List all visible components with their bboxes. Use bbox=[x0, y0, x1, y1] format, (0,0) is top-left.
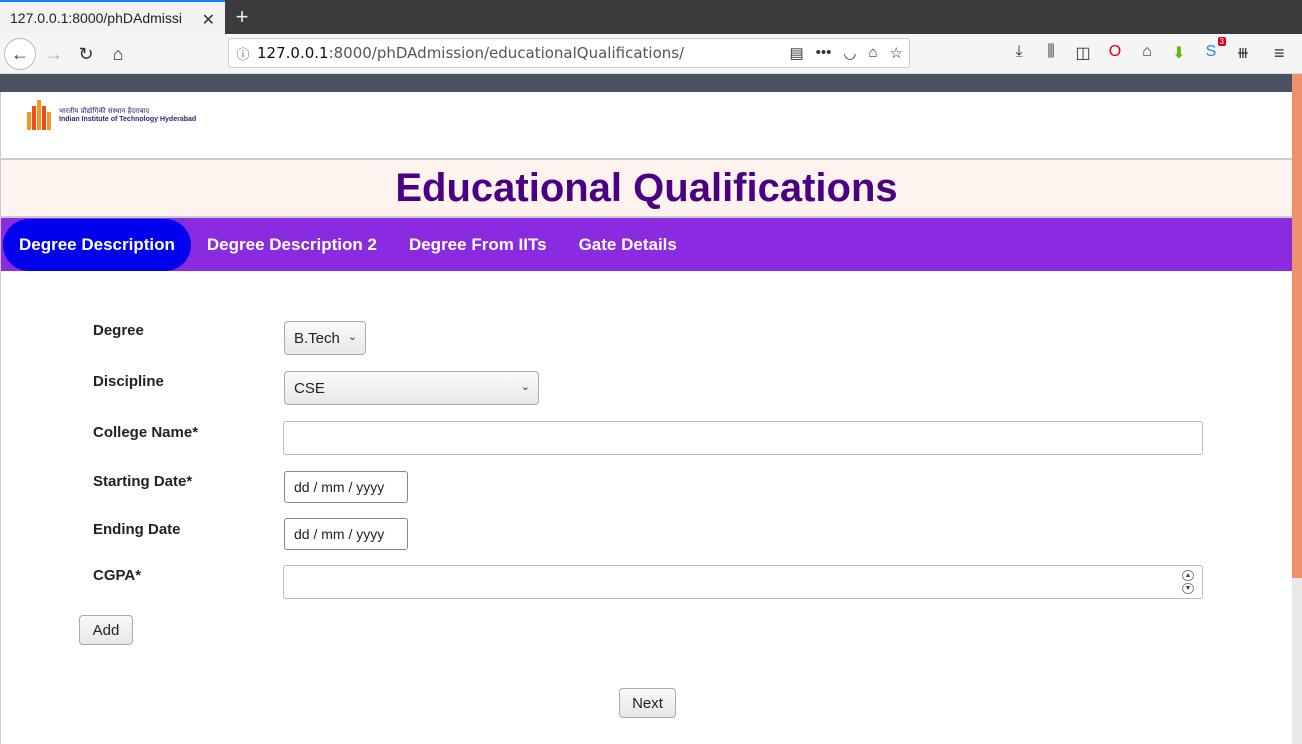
browser-nav-bar: ← → ↻ ⌂ ⓘ 127.0.0.1:8000/phDAdmission/ed… bbox=[0, 34, 1302, 74]
discipline-label: Discipline bbox=[93, 373, 164, 390]
url-text: 127.0.0.1:8000/phDAdmission/educationalQ… bbox=[257, 44, 685, 62]
discipline-select-value: CSE bbox=[294, 379, 325, 397]
chevron-down-icon: ⌄ bbox=[520, 381, 530, 393]
chevron-down-icon: ⌄ bbox=[347, 331, 357, 343]
close-icon[interactable]: ✕ bbox=[202, 10, 215, 30]
library-icon[interactable]: ⫼ bbox=[1042, 43, 1060, 63]
tab-degree-description-2[interactable]: Degree Description 2 bbox=[191, 219, 393, 271]
arrow-left-icon: ← bbox=[11, 43, 29, 64]
info-icon[interactable]: ⓘ bbox=[229, 44, 257, 63]
next-button[interactable]: Next bbox=[619, 688, 676, 718]
tab-gate-details[interactable]: Gate Details bbox=[563, 219, 693, 271]
page-content: भारतीय प्रौद्योगिकी संस्थान हैदराबाद Ind… bbox=[0, 92, 1292, 744]
back-button[interactable]: ← bbox=[4, 38, 36, 70]
download-icon[interactable]: ⤓ bbox=[1010, 43, 1028, 63]
reload-icon: ↻ bbox=[78, 43, 94, 64]
extension-home-icon[interactable]: ⌂ bbox=[1138, 43, 1156, 63]
spin-down-icon[interactable]: ▼ bbox=[1182, 583, 1194, 594]
arrow-right-icon: → bbox=[45, 43, 63, 64]
tab-degree-from-iits[interactable]: Degree From IITs bbox=[393, 219, 563, 271]
bookmark-star-icon[interactable]: ☆ bbox=[890, 44, 903, 62]
tab-degree-description[interactable]: Degree Description bbox=[3, 218, 191, 271]
cgpa-input[interactable]: ▲ ▼ bbox=[283, 565, 1203, 599]
page-title: Educational Qualifications bbox=[395, 165, 898, 210]
browser-tab-bar: 127.0.0.1:8000/phDAdmissi ✕ + bbox=[0, 0, 1302, 34]
discipline-select[interactable]: CSE ⌄ bbox=[284, 371, 539, 405]
browser-tab[interactable]: 127.0.0.1:8000/phDAdmissi ✕ bbox=[0, 0, 225, 34]
home-icon: ⌂ bbox=[112, 43, 124, 64]
url-bar[interactable]: ⓘ 127.0.0.1:8000/phDAdmission/educationa… bbox=[228, 38, 910, 68]
home-button[interactable]: ⌂ bbox=[102, 38, 134, 70]
degree-select[interactable]: B.Tech ⌄ bbox=[284, 321, 366, 355]
forward-button[interactable]: → bbox=[38, 38, 70, 70]
title-band: Educational Qualifications bbox=[1, 158, 1292, 218]
logo-mark-icon bbox=[27, 100, 55, 130]
page-top-strip bbox=[0, 74, 1302, 92]
fence-icon[interactable]: ⧻ bbox=[1234, 43, 1252, 63]
college-name-input[interactable] bbox=[283, 421, 1203, 455]
section-tabs: Degree Description Degree Description 2 … bbox=[1, 218, 1292, 271]
reload-button[interactable]: ↻ bbox=[70, 38, 102, 70]
scrollbar-thumb[interactable] bbox=[1292, 74, 1302, 578]
iith-logo: भारतीय प्रौद्योगिकी संस्थान हैदराबाद Ind… bbox=[27, 100, 196, 130]
tab-title: 127.0.0.1:8000/phDAdmissi bbox=[10, 10, 182, 26]
college-name-label: College Name* bbox=[93, 424, 199, 441]
page-actions-icon[interactable]: ••• bbox=[816, 44, 832, 62]
cgpa-label: CGPA* bbox=[93, 567, 142, 584]
notification-badge: 3 bbox=[1217, 37, 1226, 46]
add-button[interactable]: Add bbox=[79, 615, 133, 645]
starting-date-label: Starting Date* bbox=[93, 473, 193, 490]
spin-up-icon[interactable]: ▲ bbox=[1182, 570, 1194, 581]
extension-s-icon[interactable]: S3 bbox=[1202, 37, 1226, 63]
pocket-icon[interactable]: ◡ bbox=[843, 44, 856, 62]
download-manager-icon[interactable]: ⬇ bbox=[1170, 43, 1188, 63]
sidebar-icon[interactable]: ◫ bbox=[1074, 43, 1092, 63]
extension-home-icon[interactable]: ⌂ bbox=[868, 44, 877, 62]
starting-date-input[interactable]: dd / mm / yyyy bbox=[284, 471, 408, 503]
degree-select-value: B.Tech bbox=[294, 329, 340, 347]
reader-view-icon[interactable]: ▤ bbox=[789, 44, 803, 62]
logo-hindi-text: भारतीय प्रौद्योगिकी संस्थान हैदराबाद bbox=[59, 107, 150, 115]
ending-date-input[interactable]: dd / mm / yyyy bbox=[284, 518, 408, 550]
opera-icon[interactable]: O bbox=[1106, 43, 1124, 63]
number-spinner[interactable]: ▲ ▼ bbox=[1182, 570, 1194, 594]
logo-english-text: Indian Institute of Technology Hyderabad bbox=[59, 116, 197, 123]
hamburger-menu-icon[interactable]: ≡ bbox=[1274, 43, 1285, 64]
degree-label: Degree bbox=[93, 322, 144, 339]
ending-date-label: Ending Date bbox=[93, 521, 181, 538]
new-tab-button[interactable]: + bbox=[232, 4, 252, 30]
